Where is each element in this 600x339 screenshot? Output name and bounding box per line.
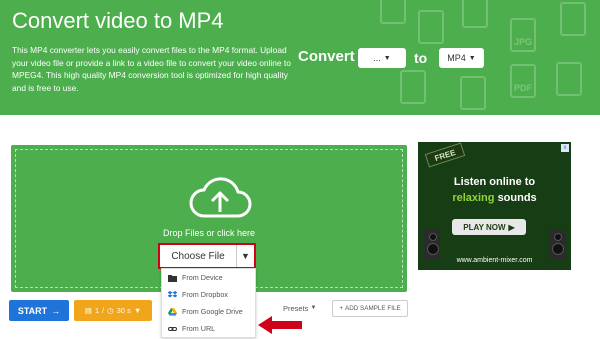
chevron-down-icon[interactable]: ▼ (236, 245, 254, 267)
chart-file-icon (560, 2, 586, 36)
presets-dropdown[interactable]: Presets ▼ (283, 300, 316, 316)
page-title: Convert video to MP4 (12, 8, 224, 33)
ad-close-icon[interactable]: x (561, 144, 569, 152)
file-icon (460, 76, 486, 110)
page-description: This MP4 converter lets you easily conve… (12, 45, 291, 93)
menu-item-from-dropbox[interactable]: From Dropbox (162, 286, 255, 303)
file-icon (556, 62, 582, 96)
options-count: 1 (94, 306, 99, 315)
menu-item-label: From URL (182, 324, 216, 333)
menu-item-label: From Google Drive (182, 307, 243, 316)
speaker-icon (424, 230, 440, 260)
start-button[interactable]: START → (9, 300, 69, 321)
ad-badge: FREE (424, 142, 466, 168)
pdf-file-icon: PDF (510, 64, 536, 98)
link-icon (168, 325, 177, 333)
add-sample-label: ADD SAMPLE FILE (345, 305, 401, 312)
file-icon (418, 10, 444, 44)
menu-item-from-device[interactable]: From Device (162, 269, 255, 286)
menu-item-label: From Dropbox (182, 290, 228, 299)
chevron-down-icon: ▼ (133, 306, 142, 315)
presets-label: Presets (283, 303, 309, 313)
file-icon (400, 70, 426, 104)
clock-icon: ◷ (107, 306, 114, 315)
menu-item-from-url[interactable]: From URL (162, 320, 255, 337)
target-format-value: MP4 (447, 53, 466, 63)
separator: / (102, 306, 105, 315)
upload-source-menu: From Device From Dropbox From Google Dri… (161, 268, 256, 338)
options-button[interactable]: ▤ 1 / ◷ 30 s ▼ (74, 300, 152, 321)
cloud-upload-icon (189, 177, 252, 218)
play-icon: ▶ (508, 222, 515, 232)
ad-url: www.ambient-mixer.com (456, 257, 533, 264)
source-format-value: ... (373, 53, 381, 63)
hero-banner: JPG PDF Convert video to MP4 This MP4 co… (0, 0, 600, 115)
jpg-file-icon: JPG (510, 18, 536, 52)
file-icon: ▤ (84, 306, 92, 315)
convert-label: Convert (298, 48, 355, 65)
advertisement-banner[interactable]: FREE x Listen online to relaxing sounds … (418, 142, 571, 270)
chevron-down-icon: ▼ (383, 54, 391, 62)
add-sample-file-button[interactable]: + ADD SAMPLE FILE (332, 300, 408, 317)
ad-play-button[interactable]: PLAY NOW ▶ (452, 219, 526, 235)
speaker-icon (549, 230, 565, 260)
ad-subheadline: relaxing sounds (418, 192, 571, 204)
start-label: START (17, 305, 48, 316)
folder-icon (168, 274, 177, 282)
ad-headline: Listen online to (453, 176, 536, 188)
menu-item-from-google-drive[interactable]: From Google Drive (162, 303, 255, 320)
choose-file-label: Choose File (171, 250, 225, 262)
drop-files-text: Drop Files or click here (162, 228, 256, 238)
file-icon (462, 0, 488, 28)
red-arrow-annotation (258, 316, 302, 334)
dropbox-icon (168, 290, 177, 299)
file-icon (380, 0, 406, 24)
google-drive-icon (168, 307, 177, 316)
source-format-select[interactable]: ... ▼ (358, 48, 406, 68)
chevron-down-icon: ▼ (468, 54, 476, 62)
to-label: to (414, 50, 428, 66)
options-time: 30 s (116, 306, 131, 315)
chevron-down-icon: ▼ (310, 305, 317, 311)
target-format-select[interactable]: MP4 ▼ (439, 48, 484, 68)
menu-item-label: From Device (182, 273, 223, 282)
ad-play-label: PLAY NOW (463, 222, 506, 232)
arrow-right-icon: → (51, 305, 61, 316)
choose-file-button[interactable]: Choose File ▼ (158, 243, 256, 269)
ad-subheadline-rest: sounds (497, 192, 537, 204)
ad-highlight: relaxing (452, 192, 495, 204)
plus-icon: + (339, 305, 344, 312)
